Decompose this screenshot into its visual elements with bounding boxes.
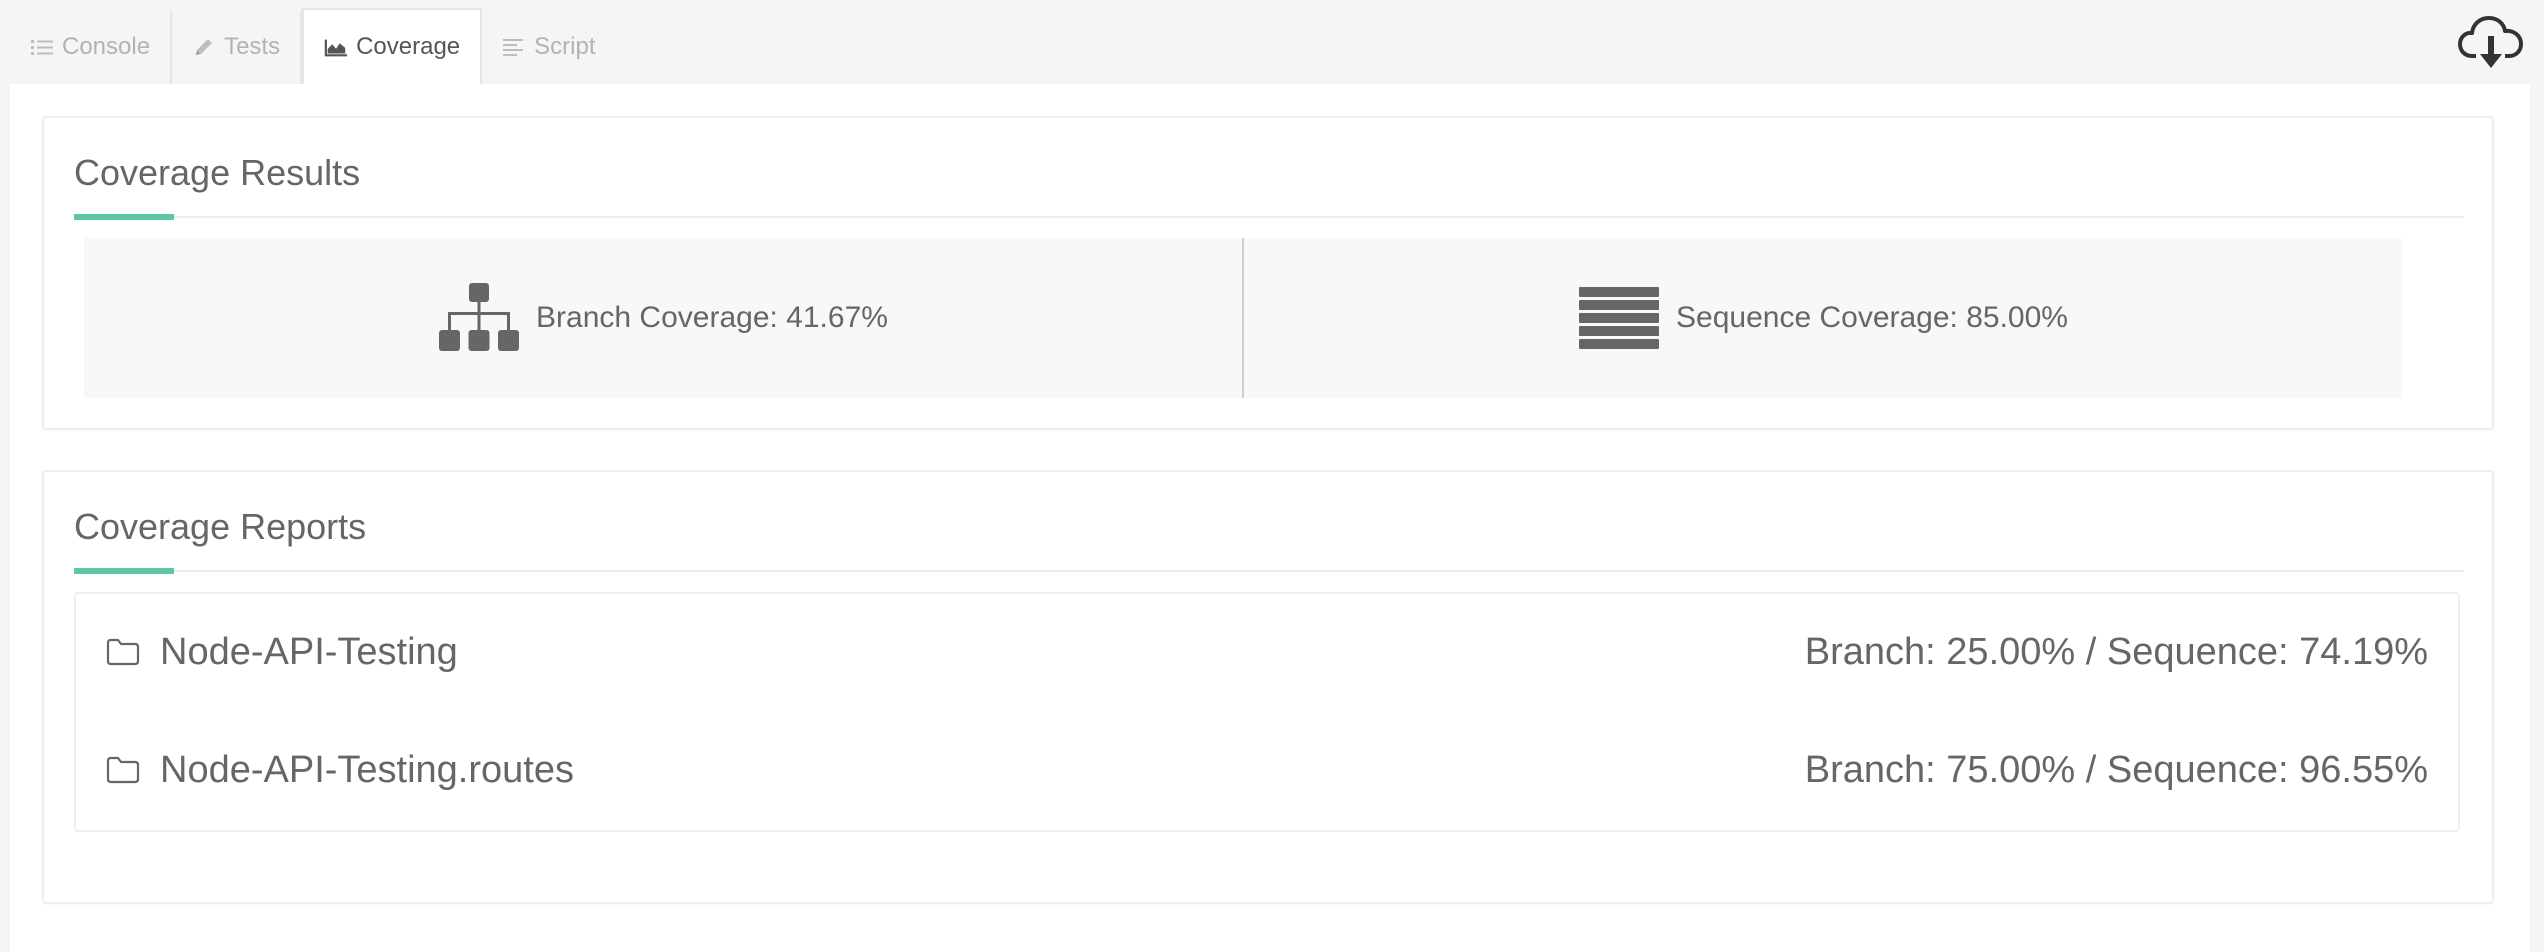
report-stats: Branch: 25.00% / Sequence: 74.19% <box>1804 630 2428 673</box>
sitemap-icon <box>439 283 520 351</box>
tab-bar: Console Tests Coverage Script <box>0 0 2544 84</box>
tab-coverage[interactable]: Coverage <box>302 8 483 84</box>
title-accent <box>74 568 174 574</box>
title-accent <box>74 214 174 220</box>
main-content: Coverage Results Branch Coverage: 41.67%… <box>10 84 2530 952</box>
sequence-coverage-stat: Sequence Coverage: 85.00% <box>1244 238 2402 398</box>
branch-coverage-label: Branch Coverage: 41.67% <box>536 301 888 334</box>
stack-icon <box>1579 287 1660 349</box>
area-chart-icon <box>324 35 348 59</box>
report-name: Node-API-Testing <box>160 630 458 673</box>
sequence-coverage-label: Sequence Coverage: 85.00% <box>1676 301 2068 334</box>
tab-script-label: Script <box>534 33 596 60</box>
download-button[interactable] <box>2458 12 2524 72</box>
tab-console-label: Console <box>62 33 151 60</box>
report-stats: Branch: 75.00% / Sequence: 96.55% <box>1804 748 2428 791</box>
title-divider <box>74 568 2464 574</box>
tabs: Console Tests Coverage Script <box>10 8 616 84</box>
folder-icon <box>106 638 140 666</box>
coverage-stats: Branch Coverage: 41.67% Sequence Coverag… <box>84 238 2402 398</box>
coverage-reports-panel: Coverage Reports Node-API-Testing Branch… <box>42 470 2494 904</box>
tab-console[interactable]: Console <box>10 10 173 84</box>
branch-coverage-stat: Branch Coverage: 41.67% <box>84 238 1244 398</box>
cloud-download-icon <box>2458 16 2523 68</box>
report-row[interactable]: Node-API-Testing Branch: 25.00% / Sequen… <box>76 622 2458 682</box>
tab-tests[interactable]: Tests <box>172 10 303 84</box>
coverage-results-title: Coverage Results <box>74 152 361 193</box>
report-row[interactable]: Node-API-Testing.routes Branch: 75.00% /… <box>76 740 2458 800</box>
tab-coverage-label: Coverage <box>356 33 461 60</box>
pencil-icon <box>192 35 216 59</box>
tab-tests-label: Tests <box>224 33 281 60</box>
list-icon <box>30 35 54 59</box>
title-divider <box>74 214 2464 220</box>
coverage-results-panel: Coverage Results Branch Coverage: 41.67%… <box>42 116 2494 430</box>
report-name: Node-API-Testing.routes <box>160 748 574 791</box>
tab-script[interactable]: Script <box>482 10 615 84</box>
coverage-reports-title: Coverage Reports <box>74 506 367 547</box>
align-left-icon <box>502 35 526 59</box>
folder-icon <box>106 756 140 784</box>
report-list: Node-API-Testing Branch: 25.00% / Sequen… <box>74 592 2460 832</box>
